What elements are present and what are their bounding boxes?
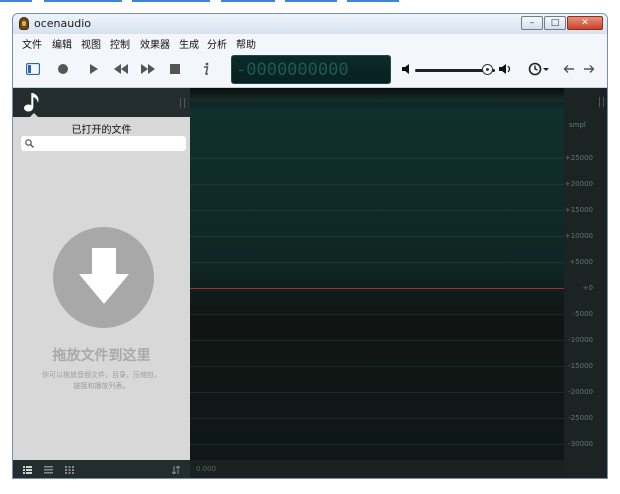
info-button[interactable] — [198, 61, 214, 77]
time-display-value: -0000000000 — [236, 60, 349, 80]
mute-button[interactable] — [399, 61, 415, 77]
download-arrow-icon — [79, 248, 129, 304]
close-button[interactable]: ✕ — [567, 16, 603, 30]
list-view-icon[interactable] — [23, 466, 32, 474]
arrow-left-icon — [563, 65, 574, 73]
time-ruler: 0.000 — [190, 460, 564, 478]
record-icon — [58, 64, 68, 74]
title-bar[interactable]: ocenaudio – □ ✕ — [13, 14, 607, 34]
rewind-icon — [114, 64, 128, 74]
time-position-label: 0.000 — [196, 465, 217, 473]
time-display: -0000000000 — [231, 55, 391, 84]
sidebar-header — [13, 88, 190, 118]
play-icon — [90, 64, 98, 74]
grid-line — [190, 236, 564, 237]
speaker-high-icon — [498, 64, 510, 74]
ruler-resize-handle[interactable] — [599, 97, 604, 107]
menu-bar: 文件 编辑 视图 控制 效果器 生成 分析 帮助 — [13, 34, 607, 51]
menu-control[interactable]: 控制 — [110, 36, 130, 51]
grid-line — [190, 418, 564, 419]
ruler-tick-label: -25000 — [568, 414, 593, 422]
window-title: ocenaudio — [34, 17, 91, 30]
stop-icon — [170, 64, 180, 74]
menu-file[interactable]: 文件 — [22, 36, 42, 51]
ruler-tick-label: -5000 — [572, 310, 593, 318]
ruler-tick-label: -10000 — [568, 336, 593, 344]
arrow-right-icon — [584, 65, 595, 73]
app-window: ocenaudio – □ ✕ 文件 编辑 视图 控制 效果器 生成 分析 帮助 — [12, 13, 608, 479]
ruler-tick-label: +15000 — [564, 206, 593, 214]
browser-link-strip — [0, 0, 620, 4]
grid-line — [190, 314, 564, 315]
rewind-button[interactable] — [113, 61, 129, 77]
grid-line — [190, 392, 564, 393]
grid-line — [190, 340, 564, 341]
waveform-area[interactable]: 0.000 — [190, 88, 564, 478]
minimize-button[interactable]: – — [521, 16, 543, 30]
toolbar: -0000000000 — [13, 51, 607, 88]
sidebar-title: 已打开的文件 — [71, 125, 132, 136]
menu-effects[interactable]: 效果器 — [140, 36, 170, 51]
menu-edit[interactable]: 编辑 — [52, 36, 72, 51]
zero-amplitude-line — [190, 288, 564, 289]
fast-forward-icon — [141, 64, 155, 74]
ruler-tick-label: +20000 — [564, 180, 593, 188]
redo-button[interactable] — [581, 61, 597, 77]
grid-line — [190, 444, 564, 445]
record-button[interactable] — [55, 61, 71, 77]
sidebar-toggle-icon — [26, 63, 40, 75]
speaker-low-icon — [402, 64, 409, 74]
menu-help[interactable]: 帮助 — [236, 36, 256, 51]
history-button[interactable] — [528, 61, 550, 77]
ocenaudio-logo-icon — [19, 17, 29, 30]
ruler-tick-label: +0 — [582, 284, 593, 292]
sort-icon[interactable] — [172, 466, 180, 474]
play-button[interactable] — [86, 61, 102, 77]
info-icon — [204, 62, 209, 75]
search-icon — [25, 139, 34, 148]
sidebar-resize-handle[interactable] — [180, 98, 185, 108]
sidebar-toggle-button[interactable] — [25, 61, 41, 77]
grid-line — [190, 366, 564, 367]
grid-line — [190, 184, 564, 185]
ruler-tick-label: -30000 — [568, 440, 593, 448]
compact-list-icon[interactable] — [44, 466, 53, 474]
file-sidebar: 已打开的文件 拖放文件到这里 你可以拖放音频文件，目录，压缩包，链接和播放列表。 — [13, 88, 190, 478]
ruler-tick-label: +25000 — [564, 154, 593, 162]
tab-pointer — [29, 113, 39, 118]
drop-zone-title: 拖放文件到这里 — [52, 348, 151, 364]
drop-zone[interactable] — [53, 227, 154, 328]
waveform-overview-bar[interactable] — [190, 88, 564, 102]
volume-max-button[interactable] — [497, 61, 513, 77]
undo-button[interactable] — [561, 61, 577, 77]
clock-dropdown-icon — [528, 62, 549, 76]
ruler-tick-label: +10000 — [564, 232, 593, 240]
ruler-tick-label: -20000 — [568, 388, 593, 396]
sidebar-footer — [13, 460, 190, 478]
stop-button[interactable] — [167, 61, 183, 77]
grid-line — [190, 158, 564, 159]
ruler-unit-label: smpl — [569, 121, 586, 129]
drop-zone-description: 你可以拖放音频文件，目录，压缩包，链接和播放列表。 — [42, 371, 161, 390]
ruler-tick-label: -15000 — [568, 362, 593, 370]
volume-slider-handle[interactable] — [481, 64, 493, 75]
window-controls: – □ ✕ — [520, 16, 603, 30]
menu-view[interactable]: 视图 — [81, 36, 101, 51]
file-search-input[interactable] — [21, 136, 186, 151]
ruler-tick-label: +5000 — [569, 258, 593, 266]
grid-line — [190, 210, 564, 211]
menu-generate[interactable]: 生成 — [179, 36, 199, 51]
fast-forward-button[interactable] — [140, 61, 156, 77]
music-note-icon[interactable] — [23, 91, 41, 113]
grid-line — [190, 262, 564, 263]
maximize-button[interactable]: □ — [544, 16, 566, 30]
menu-analyze[interactable]: 分析 — [207, 36, 227, 51]
amplitude-ruler: smpl +25000 +20000 +15000 +10000 +5000 +… — [564, 88, 607, 478]
grid-view-icon[interactable] — [65, 466, 74, 474]
